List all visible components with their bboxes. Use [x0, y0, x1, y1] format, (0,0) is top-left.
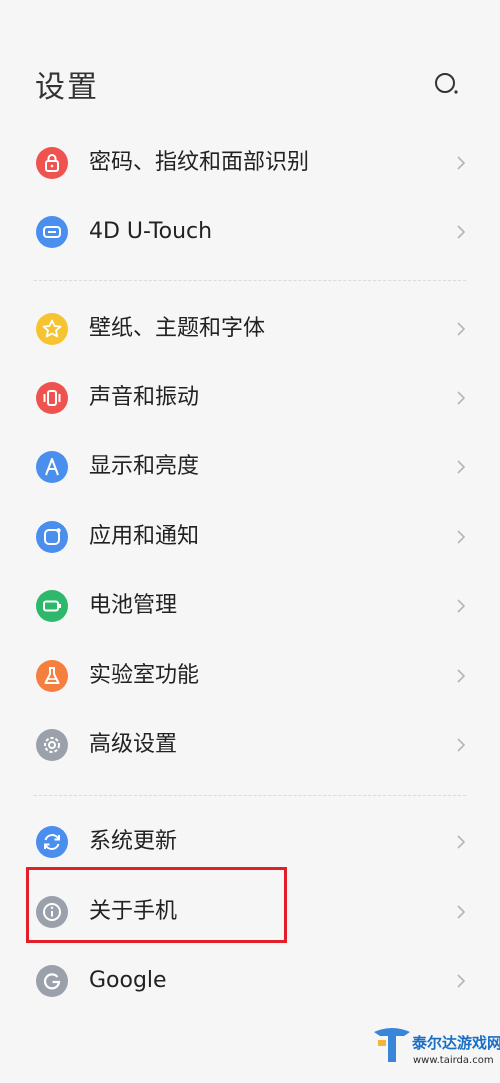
vibration-icon: [36, 382, 68, 414]
watermark-name: 泰尔达游戏网: [412, 1034, 500, 1052]
item-label: 密码、指纹和面部识别: [89, 150, 310, 175]
chevron-right-icon: [457, 225, 466, 239]
item-label: 应用和通知: [89, 524, 200, 549]
touch-icon: [36, 216, 68, 248]
settings-item-4d-u-touch[interactable]: 4D U-Touch: [0, 202, 500, 262]
search-icon: [435, 73, 458, 94]
page-title: 设置: [35, 70, 99, 105]
lock-icon: [36, 147, 68, 179]
chevron-right-icon: [457, 530, 466, 544]
chevron-right-icon: [457, 835, 466, 849]
update-icon: [36, 826, 68, 858]
settings-item-lab[interactable]: 实验室功能: [0, 646, 500, 706]
item-label: 4D U-Touch: [89, 219, 213, 244]
settings-item-display[interactable]: 显示和亮度: [0, 437, 500, 497]
chevron-right-icon: [457, 974, 466, 988]
item-label: 系统更新: [89, 829, 178, 854]
apps-icon: [36, 521, 68, 553]
highlight-box: [26, 867, 287, 943]
item-label: 壁纸、主题和字体: [89, 316, 266, 341]
section-divider: [34, 280, 466, 281]
settings-item-apps[interactable]: 应用和通知: [0, 507, 500, 567]
chevron-right-icon: [457, 460, 466, 474]
item-label: 声音和振动: [89, 385, 200, 410]
settings-item-advanced[interactable]: 高级设置: [0, 715, 500, 775]
settings-item-system-update[interactable]: 系统更新: [0, 812, 500, 872]
item-label: 高级设置: [89, 732, 178, 757]
settings-item-battery[interactable]: 电池管理: [0, 576, 500, 636]
google-icon: [36, 965, 68, 997]
chevron-right-icon: [457, 322, 466, 336]
settings-item-google[interactable]: Google: [0, 951, 500, 1011]
chevron-right-icon: [457, 669, 466, 683]
chevron-right-icon: [457, 905, 466, 919]
display-icon: [36, 451, 68, 483]
settings-item-sound[interactable]: 声音和振动: [0, 368, 500, 428]
section-divider: [34, 795, 466, 796]
item-label: 电池管理: [89, 593, 178, 618]
watermark-url: www.tairda.com: [413, 1055, 494, 1066]
flask-icon: [36, 660, 68, 692]
item-label: 显示和亮度: [89, 454, 200, 479]
chevron-right-icon: [457, 738, 466, 752]
battery-icon: [36, 590, 68, 622]
chevron-right-icon: [457, 599, 466, 613]
item-label: 实验室功能: [89, 663, 200, 688]
chevron-right-icon: [457, 391, 466, 405]
gear-icon: [36, 729, 68, 761]
settings-item-password[interactable]: 密码、指纹和面部识别: [0, 133, 500, 193]
search-button[interactable]: [432, 70, 462, 100]
star-icon: [36, 313, 68, 345]
chevron-right-icon: [457, 156, 466, 170]
item-label: Google: [89, 968, 167, 993]
settings-item-wallpaper[interactable]: 壁纸、主题和字体: [0, 299, 500, 359]
